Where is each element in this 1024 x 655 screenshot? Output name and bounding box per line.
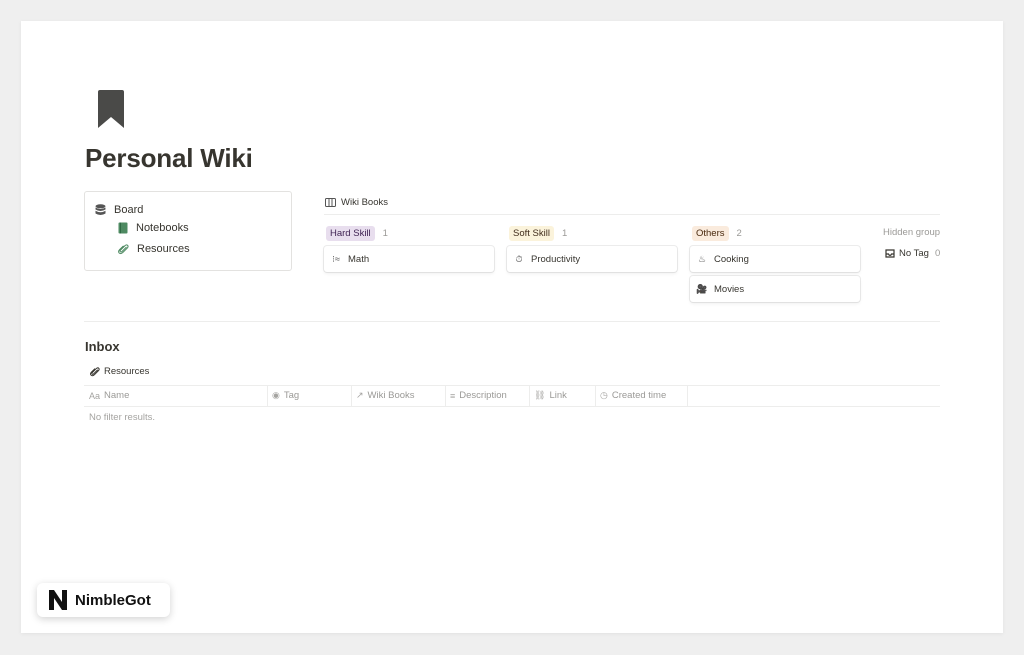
card-title: Movies (714, 283, 745, 295)
tag-chip: Soft Skill (509, 226, 554, 241)
inbox-view-tab[interactable]: Resources (90, 366, 149, 377)
board-card-math[interactable]: ⁝≈ Math (324, 246, 494, 272)
column-count: 2 (736, 228, 742, 239)
sidebar-item-board[interactable]: Board (95, 204, 143, 216)
column-divider (687, 385, 688, 406)
column-count: 1 (561, 228, 568, 239)
column-header-label: Description (459, 390, 507, 401)
inbox-title[interactable]: Inbox (85, 339, 120, 354)
text-lines-icon: ≡ (450, 390, 456, 401)
tag-chip: Hard Skill (326, 226, 375, 241)
film-camera-icon: 🎥 (696, 283, 708, 294)
column-header-name[interactable]: Aa Name (85, 385, 267, 406)
watermark-text: NimbleGot (75, 591, 151, 609)
notion-page: Personal Wiki Board Notebooks Resources … (21, 21, 1003, 633)
card-title: Cooking (714, 253, 749, 265)
column-count: 1 (382, 228, 388, 239)
inbox-icon (885, 249, 895, 258)
column-header-description[interactable]: ≡ Description (445, 385, 529, 406)
hidden-group-no-tag[interactable]: No Tag 0 (885, 248, 940, 259)
calculator-icon: ⁝≈ (332, 253, 340, 264)
watermark-badge: NimbleGot (37, 583, 170, 617)
board-view-tab[interactable]: Wiki Books (325, 197, 388, 208)
view-tab-label: Resources (104, 366, 150, 377)
paperclip-icon (118, 243, 129, 254)
card-title: Productivity (531, 253, 581, 265)
column-header-link[interactable]: ⛓ Link (529, 385, 595, 406)
board-column-header-soft-skill[interactable]: Soft Skill 1 (509, 226, 567, 241)
status-icon: ◉ (272, 390, 280, 400)
page-title[interactable]: Personal Wiki (85, 143, 253, 174)
column-header-created-time[interactable]: ◷ Created time (595, 385, 687, 406)
sidebar-item-label: Resources (137, 243, 190, 255)
clock-icon: ◷ (600, 390, 608, 400)
cooking-pot-icon: ♨ (697, 253, 707, 264)
sidebar-item-label: Board (114, 204, 144, 216)
board-card-cooking[interactable]: ♨ Cooking (690, 246, 860, 272)
column-header-wiki-books[interactable]: ↗ Wiki Books (351, 385, 445, 406)
board-column-header-hard-skill[interactable]: Hard Skill 1 (326, 226, 388, 241)
board-view-icon (325, 198, 336, 207)
divider (324, 214, 940, 215)
sidebar-item-notebooks[interactable]: Notebooks (118, 222, 189, 234)
board-column-header-others[interactable]: Others 2 (692, 226, 742, 241)
card-title: Math (348, 253, 370, 265)
column-header-label: Link (549, 390, 567, 401)
column-header-tag[interactable]: ◉ Tag (267, 385, 351, 406)
column-header-label: Wiki Books (367, 390, 415, 401)
relation-arrow-icon: ↗ (356, 390, 364, 400)
tag-chip: Others (692, 226, 729, 241)
database-icon (95, 204, 106, 215)
hidden-groups-label: Hidden group (883, 227, 941, 238)
link-icon: ⛓ (534, 390, 546, 400)
board-view-label: Wiki Books (341, 197, 388, 208)
stopwatch-icon: ⏱ (515, 253, 523, 264)
section-divider (84, 321, 940, 322)
sidebar-item-label: Notebooks (136, 222, 189, 234)
board-card-productivity[interactable]: ⏱ Productivity (507, 246, 677, 272)
no-tag-count: 0 (934, 248, 941, 259)
empty-state-message: No filter results. (89, 412, 155, 423)
column-header-label: Created time (611, 390, 667, 401)
nimblegot-logo-icon (49, 590, 67, 610)
sidebar-item-resources[interactable]: Resources (118, 243, 190, 255)
column-header-label: Name (104, 390, 130, 401)
bookmark-icon[interactable] (97, 89, 125, 129)
paperclip-icon (90, 366, 100, 376)
column-header-label: Tag (283, 390, 300, 401)
text-property-icon: Aa (89, 390, 101, 401)
no-tag-label: No Tag (899, 248, 929, 259)
notebook-icon (118, 222, 128, 234)
table-border-header (84, 406, 940, 407)
board-card-movies[interactable]: 🎥 Movies (690, 276, 860, 302)
